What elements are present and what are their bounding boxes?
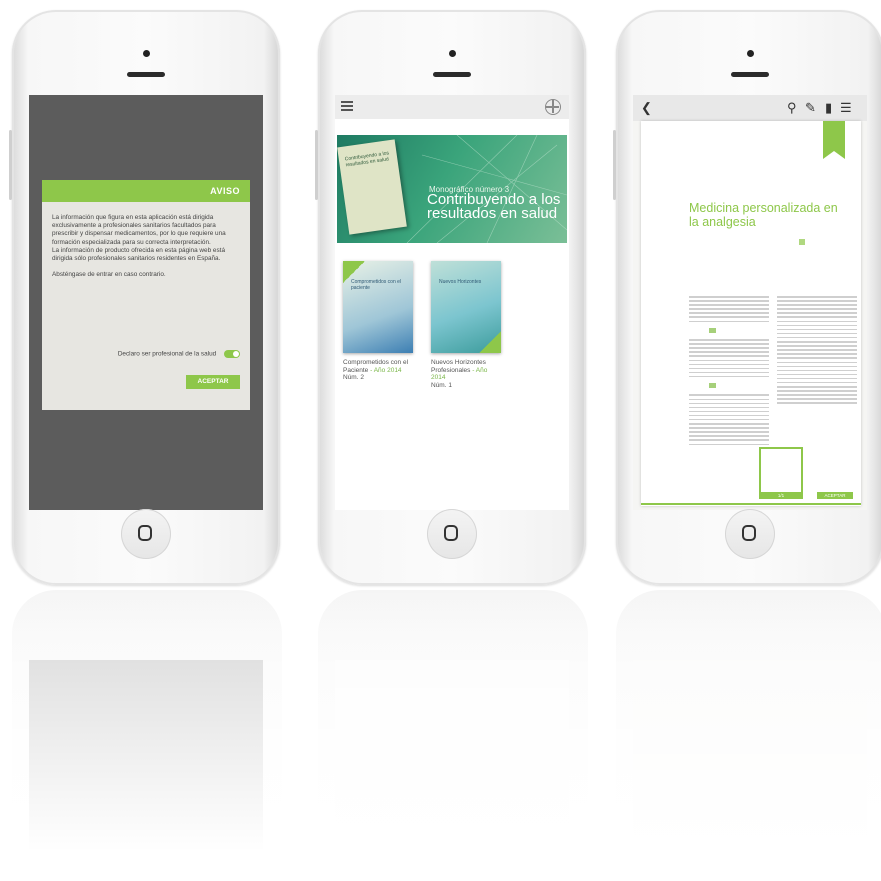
reader-toolbar: ❮ ⚲ ✎ ▮ ☰ [633, 95, 867, 121]
screen-reader: ❮ ⚲ ✎ ▮ ☰ Medicina personalizada en la a… [633, 95, 867, 510]
menu-icon[interactable] [341, 101, 353, 111]
issue-caption: Comprometidos con el Paciente - Año 2014… [343, 359, 409, 381]
dialog-title: AVISO [42, 180, 250, 202]
home-button-icon[interactable] [121, 509, 171, 559]
speaker [127, 72, 165, 77]
back-icon[interactable]: ❮ [641, 101, 652, 114]
accept-button[interactable]: ACEPTAR [817, 492, 853, 499]
screen-disclaimer: AVISO La información que figura en esta … [29, 95, 263, 510]
article-page[interactable]: Medicina personalizada en la analgesia 1… [641, 121, 861, 506]
text-column [689, 296, 769, 448]
phone-device-1: AVISO La información que figura en esta … [9, 10, 280, 585]
disclaimer-dialog: AVISO La información que figura en esta … [42, 180, 250, 410]
menu-icon[interactable]: ☰ [840, 101, 852, 114]
page-scrollbar[interactable] [641, 503, 861, 505]
professional-toggle[interactable] [224, 350, 240, 358]
search-icon[interactable]: ⚲ [787, 101, 797, 114]
camera [449, 50, 456, 57]
edit-icon[interactable]: ✎ [805, 101, 816, 114]
issue-cover[interactable]: Comprometidos con el paciente [343, 261, 413, 353]
camera [747, 50, 754, 57]
featured-banner[interactable]: Contribuyendo a los resultados en salud … [337, 135, 567, 243]
article-title: Medicina personalizada en la analgesia [689, 201, 838, 229]
reflection-fade [0, 590, 881, 881]
issue-caption: Nuevos Horizontes Profesionales - Año 20… [431, 359, 488, 389]
logo-icon[interactable] [545, 99, 561, 115]
speaker [433, 72, 471, 77]
page-bookmark [823, 121, 845, 159]
dialog-paragraph-2: Absténgase de entrar en caso contrario. [52, 271, 166, 279]
dialog-paragraph-1: La información que figura en esta aplica… [52, 214, 226, 263]
top-bar [335, 95, 569, 119]
issue-cover[interactable]: Nuevos Horizontes [431, 261, 501, 353]
banner-book-cover: Contribuyendo a los resultados en salud [337, 139, 407, 235]
new-ribbon [479, 331, 501, 353]
banner-title: Contribuyendo a los resultados en salud [427, 191, 561, 222]
dialog-body: La información que figura en esta aplica… [42, 202, 250, 279]
phone-device-3: ❮ ⚲ ✎ ▮ ☰ Medicina personalizada en la a… [613, 10, 881, 585]
issue-card[interactable]: Nuevos Horizontes Nuevos Horizontes Prof… [431, 261, 501, 389]
text-column [777, 296, 857, 407]
phone-device-2: Contribuyendo a los resultados en salud … [315, 10, 586, 585]
page-indicator: 1/1 [759, 492, 803, 499]
toggle-label: Declaro ser profesional de la salud [117, 350, 217, 358]
page-thumbnail[interactable] [759, 447, 803, 494]
issue-card[interactable]: Comprometidos con el paciente Comprometi… [343, 261, 413, 382]
section-icon [799, 239, 805, 245]
speaker [731, 72, 769, 77]
camera [143, 50, 150, 57]
bookmark-icon[interactable]: ▮ [825, 101, 832, 114]
screen-library: Contribuyendo a los resultados en salud … [335, 95, 569, 510]
professional-toggle-row: Declaro ser profesional de la salud [52, 350, 240, 358]
home-button-icon[interactable] [725, 509, 775, 559]
home-button-icon[interactable] [427, 509, 477, 559]
accept-button[interactable]: ACEPTAR [186, 375, 240, 389]
